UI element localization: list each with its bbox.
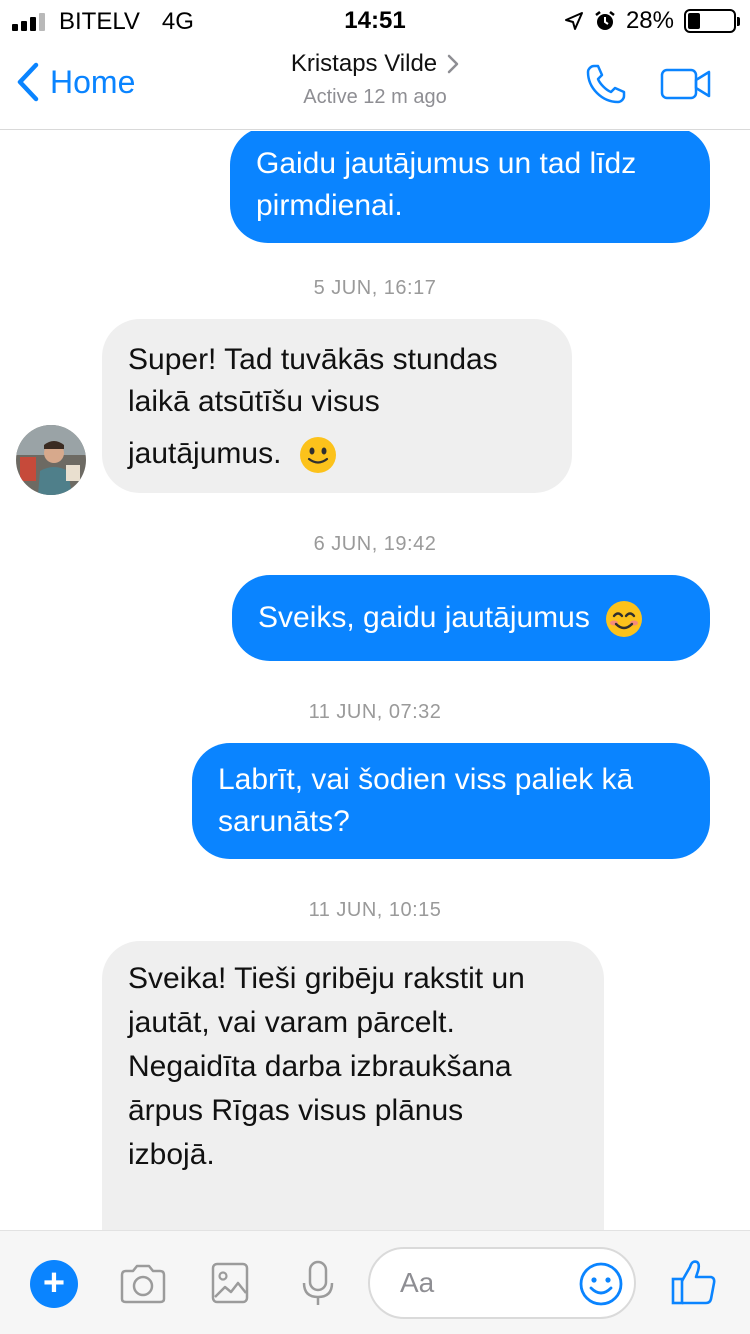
camera-icon[interactable] bbox=[118, 1263, 168, 1305]
message-bubble-outgoing[interactable]: Labrīt, vai šodien viss paliek kā sarunā… bbox=[192, 743, 710, 859]
contact-info[interactable]: Kristaps Vilde Active 12 m ago bbox=[0, 50, 750, 109]
message-text-line-with-emoji: jautājumus. bbox=[128, 433, 546, 475]
message-text-line: Negaidīta darba izbraukšana bbox=[128, 1050, 512, 1083]
battery-icon bbox=[684, 9, 740, 33]
alarm-clock-icon bbox=[595, 11, 615, 30]
message-list[interactable]: Gaidu jautājumus un tad līdz pirmdienai.… bbox=[0, 131, 750, 1230]
message-text-block: Sveika! Tieši gribēju rakstit un jautāt,… bbox=[128, 957, 578, 1177]
message-bubble-outgoing[interactable]: Gaidu jautājumus un tad līdz pirmdienai. bbox=[230, 131, 710, 243]
message-bubble-incoming[interactable]: Sveika! Tieši gribēju rakstit un jautāt,… bbox=[102, 941, 604, 1230]
contact-active-status: Active 12 m ago bbox=[303, 86, 447, 108]
message-text-line: Labrīt, vai šodien viss paliek kā bbox=[218, 763, 634, 796]
message-text-line: sarunāts? bbox=[218, 805, 350, 838]
slightly-smiling-face-icon bbox=[299, 437, 336, 474]
message-text-line: laikā atsūtīšu visus bbox=[128, 385, 380, 418]
video-call-icon[interactable] bbox=[660, 66, 712, 102]
timestamp: 11 JUN, 07:32 bbox=[308, 701, 442, 723]
message-text: Sveiks, gaidu jautājumus bbox=[258, 601, 590, 634]
composer-bar: + bbox=[0, 1230, 750, 1334]
add-more-button[interactable]: + bbox=[30, 1260, 78, 1308]
message-text-line: Sveika! Tieši gribēju rakstit un bbox=[128, 962, 525, 995]
smiling-face-with-smiling-eyes-icon bbox=[606, 601, 643, 638]
conversation-header: Home Kristaps Vilde Active 12 m ago bbox=[0, 40, 750, 130]
message-text-line: izbojā. bbox=[128, 1138, 215, 1171]
contact-name: Kristaps Vilde bbox=[290, 50, 438, 77]
message-text-line: Gaidu jautājumus un tad līdz bbox=[256, 147, 637, 180]
message-text-line: Super! Tad tuvākās stundas bbox=[128, 343, 498, 376]
phone-call-icon[interactable] bbox=[584, 62, 628, 106]
message-input-wrapper[interactable] bbox=[368, 1247, 636, 1319]
message-text-line: ārpus Rīgas visus plānus bbox=[128, 1094, 464, 1127]
message-text-line: pirmdienai. bbox=[256, 189, 403, 222]
contact-name-row[interactable]: Kristaps Vilde bbox=[291, 50, 459, 78]
battery-percent: 28% bbox=[625, 7, 674, 34]
chevron-right-icon bbox=[447, 54, 459, 74]
avatar[interactable] bbox=[16, 425, 86, 495]
status-bar: BITELV 4G 14:51 28% bbox=[0, 0, 750, 40]
message-input[interactable] bbox=[400, 1267, 580, 1299]
message-bubble-outgoing[interactable]: Sveiks, gaidu jautājumus bbox=[232, 575, 710, 662]
thumbs-up-icon[interactable] bbox=[670, 1257, 718, 1307]
gallery-icon[interactable] bbox=[210, 1261, 250, 1305]
timestamp: 11 JUN, 10:15 bbox=[308, 899, 442, 921]
emoji-picker-icon[interactable] bbox=[578, 1261, 624, 1307]
avatar-photo-icon bbox=[16, 425, 86, 495]
message-bubble-incoming[interactable]: Super! Tad tuvākās stundas laikā atsūtīš… bbox=[102, 319, 572, 494]
timestamp: 5 JUN, 16:17 bbox=[313, 277, 437, 299]
status-right: 28% bbox=[564, 7, 740, 35]
location-arrow-icon bbox=[564, 12, 583, 30]
message-text-line: jautāt, vai varam pārcelt. bbox=[128, 1006, 455, 1039]
message-text: jautājumus. bbox=[128, 437, 282, 470]
microphone-icon[interactable] bbox=[300, 1259, 336, 1309]
timestamp: 6 JUN, 19:42 bbox=[313, 533, 437, 555]
